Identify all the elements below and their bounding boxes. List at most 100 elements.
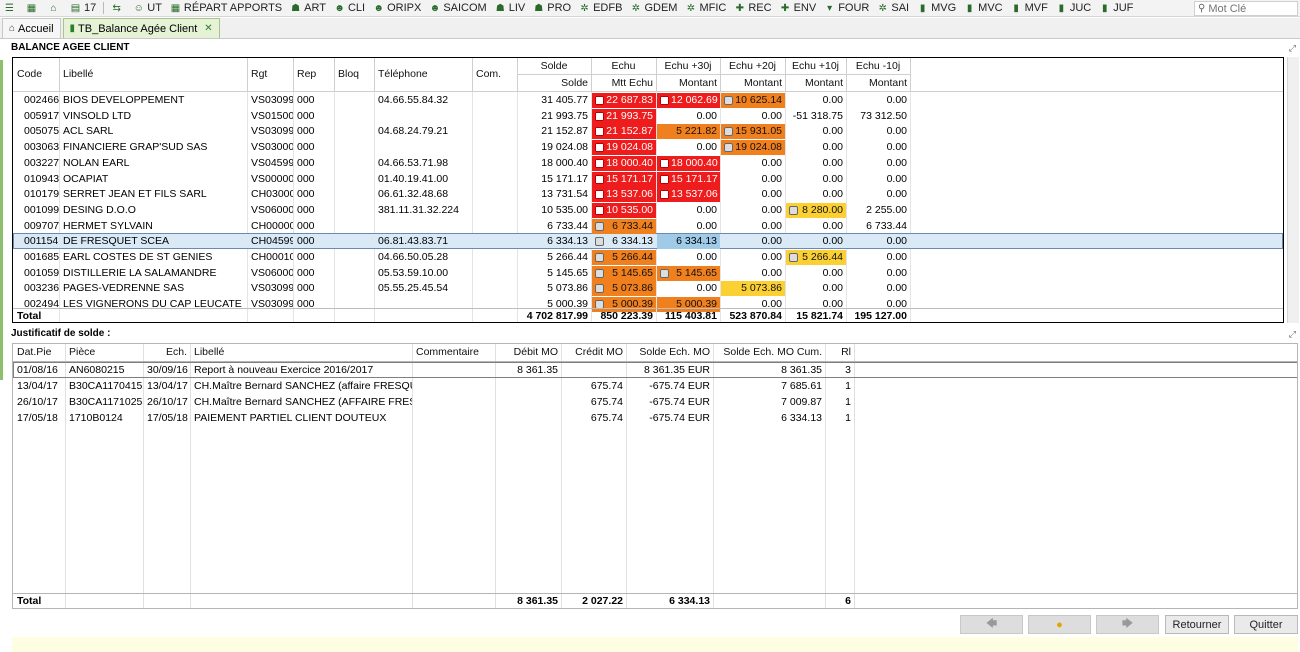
table-row[interactable]: 005075 ACL SARL VS03099 000 04.68.24.79.21 21… bbox=[13, 124, 1283, 140]
column-header[interactable]: Code bbox=[13, 67, 59, 82]
toolbar-item-rec[interactable]: ✚ REC bbox=[730, 0, 775, 16]
table-row[interactable]: 009707 HERMET SYLVAIN CH00000 000 6 733.44 6 … bbox=[13, 218, 1283, 234]
toolbar-item-mfic[interactable]: ✲ MFIC bbox=[681, 0, 730, 16]
toolbar-item-r-part-apports[interactable]: ▦ RÉPART APPORTS bbox=[166, 0, 286, 16]
tab-balance-agee-client[interactable]: ▮ TB_Balance Agée Client ✕ bbox=[62, 18, 220, 38]
column-divider bbox=[846, 58, 847, 91]
column-header[interactable]: Solde Ech. MO Cum. bbox=[713, 345, 825, 360]
column-header[interactable]: Commentaire bbox=[412, 345, 495, 360]
table-row[interactable]: 001685 EARL COSTES DE ST GENIES CH00010 000… bbox=[13, 250, 1283, 265]
cell-value: 5 073.86 bbox=[547, 282, 588, 295]
cell-value: VINSOLD LTD bbox=[63, 109, 132, 122]
table-row[interactable]: 010943 OCAPIAT VS00000 000 01.40.19.41.00 15 … bbox=[13, 171, 1283, 187]
cell-solde: 10 535.00 bbox=[518, 203, 591, 218]
toolbar-item-home[interactable]: ⌂ bbox=[44, 0, 66, 16]
column-header[interactable]: Rgt bbox=[247, 67, 293, 82]
toolbar-item-liv[interactable]: ☗ LIV bbox=[491, 0, 530, 16]
toolbar-item-arrows[interactable]: ⇆ bbox=[107, 0, 129, 16]
retourner-button[interactable]: Retourner bbox=[1165, 615, 1229, 634]
cell-e10: 0.00 bbox=[786, 172, 846, 187]
expand-icon[interactable]: ⤢ bbox=[1289, 329, 1296, 340]
toolbar-item-ut[interactable]: ☺ UT bbox=[129, 0, 166, 16]
toolbar-item-saicom[interactable]: ☻ SAICOM bbox=[425, 0, 490, 16]
column-header[interactable]: Crédit MO bbox=[561, 345, 626, 360]
toolbar-item-edfb[interactable]: ✲ EDFB bbox=[575, 0, 626, 16]
toolbar-item-cli[interactable]: ☻ CLI bbox=[330, 0, 369, 16]
keyword-search[interactable]: ⚲ bbox=[1194, 1, 1298, 16]
next-button[interactable]: 🡆 bbox=[1096, 615, 1159, 634]
column-header[interactable]: Bloq bbox=[334, 67, 374, 82]
column-header[interactable]: Téléphone bbox=[374, 67, 472, 82]
column-header[interactable]: Libellé bbox=[190, 345, 412, 360]
cell-tel bbox=[375, 297, 472, 312]
toolbar-item-mvg[interactable]: ▮ MVG bbox=[913, 0, 960, 16]
column-header[interactable]: Ech. bbox=[143, 345, 190, 360]
prev-button[interactable]: 🡄 bbox=[960, 615, 1023, 634]
search-input[interactable] bbox=[1208, 2, 1295, 15]
column-header[interactable]: Solde Ech. MO bbox=[626, 345, 713, 360]
cell-value: 000 bbox=[297, 156, 315, 169]
toolbar-item-juc[interactable]: ▮ JUC bbox=[1052, 0, 1095, 16]
cell-e20: 0.00 bbox=[721, 234, 785, 249]
table-row[interactable]: 003236 PAGES-VEDRENNE SAS VS03099 000 05.55.… bbox=[13, 281, 1283, 297]
cell-debit: 8 361.35 bbox=[517, 364, 558, 376]
middle-button[interactable]: ● bbox=[1028, 615, 1091, 634]
column-header[interactable]: Montant bbox=[720, 76, 785, 91]
table-row[interactable]: 001059 DISTILLERIE LA SALAMANDRE VS06000 00… bbox=[13, 265, 1283, 281]
toolbar-item-mvc[interactable]: ▮ MVC bbox=[960, 0, 1006, 16]
table-row[interactable]: 002466 BIOS DEVELOPPEMENT VS03099 000 04.66.… bbox=[13, 93, 1283, 108]
toolbar-item-calendar[interactable]: ▦ bbox=[22, 0, 44, 16]
table-row[interactable]: 26/10/17 B30CA11710255 26/10/17 CH.Maître B… bbox=[13, 395, 1297, 410]
toolbar-item-gdem[interactable]: ✲ GDEM bbox=[626, 0, 681, 16]
tab-label: TB_Balance Agée Client bbox=[78, 22, 198, 35]
cart-icon: ▾ bbox=[827, 2, 833, 14]
column-header[interactable]: Pièce bbox=[65, 345, 143, 360]
quitter-button[interactable]: Quitter bbox=[1234, 615, 1298, 634]
table-row[interactable]: 003227 NOLAN EARL VS04599 000 04.66.53.71.98… bbox=[13, 155, 1283, 171]
cell-value: EARL COSTES DE ST GENIES bbox=[63, 251, 213, 263]
toolbar-item-art[interactable]: ☗ ART bbox=[286, 0, 330, 16]
tab-accueil[interactable]: ⌂ Accueil bbox=[2, 18, 61, 38]
cell-value: 000 bbox=[297, 141, 315, 154]
toolbar-item-sai[interactable]: ✲ SAI bbox=[873, 0, 913, 16]
table-row[interactable]: 001154 DE FRESQUET SCEA CH04599 000 06.81.43… bbox=[13, 234, 1283, 250]
table-row[interactable]: 13/04/17 B30CA11704152 13/04/17 CH.Maître B… bbox=[13, 379, 1297, 394]
column-header[interactable]: Rep bbox=[293, 67, 334, 82]
table-row[interactable]: 010179 SERRET JEAN ET FILS SARL CH03000 000… bbox=[13, 187, 1283, 203]
cell-value: BIOS DEVELOPPEMENT bbox=[63, 94, 185, 106]
cell-value: FINANCIERE GRAP'SUD SAS bbox=[63, 141, 208, 154]
cell-value: 000 bbox=[297, 125, 315, 138]
cell-value: 12 062.69 bbox=[671, 94, 718, 106]
toolbar-item-juf[interactable]: ▮ JUF bbox=[1095, 0, 1137, 16]
cell-rep: 000 bbox=[294, 234, 334, 249]
column-header[interactable]: Débit MO bbox=[495, 345, 561, 360]
toolbar-item-oripx[interactable]: ☻ ORIPX bbox=[369, 0, 425, 16]
column-header[interactable]: Libellé bbox=[59, 67, 247, 82]
toolbar-item-four[interactable]: ▾ FOUR bbox=[820, 0, 873, 16]
toolbar-item-pro[interactable]: ☗ PRO bbox=[529, 0, 575, 16]
cell-value: SERRET JEAN ET FILS SARL bbox=[63, 188, 207, 201]
column-header[interactable]: Rl bbox=[825, 345, 854, 360]
column-header[interactable]: Montant bbox=[656, 76, 720, 91]
cell-value: 6 334.13 bbox=[547, 235, 588, 248]
toolbar-item-mvf[interactable]: ▮ MVF bbox=[1007, 0, 1052, 16]
table-row[interactable]: 001099 DESING D.O.O VS06000 000 381.11.31.32… bbox=[13, 202, 1283, 218]
expand-icon[interactable]: ⤢ bbox=[1289, 43, 1296, 54]
table-row[interactable]: 01/08/16 AN6080215 30/09/16 Report à nouvea… bbox=[13, 363, 1297, 378]
table-row[interactable]: 005917 VINSOLD LTD VS01500 000 21 993.75 21 9… bbox=[13, 108, 1283, 124]
toolbar-item-env[interactable]: ✚ ENV bbox=[776, 0, 821, 16]
column-header[interactable]: Montant bbox=[785, 76, 846, 91]
column-header[interactable]: Montant bbox=[846, 76, 910, 91]
column-header[interactable]: Solde bbox=[517, 76, 591, 91]
toolbar-item-menu[interactable]: ☰ bbox=[0, 0, 22, 16]
column-header[interactable]: Com. bbox=[472, 67, 517, 82]
table-row[interactable]: 17/05/18 1710B0124 17/05/18 PAIEMENT PARTIE… bbox=[13, 411, 1297, 426]
table-row[interactable]: 003063 FINANCIERE GRAP'SUD SAS VS03000 000 1… bbox=[13, 140, 1283, 156]
cell-rgt: VS01500 bbox=[248, 109, 293, 124]
balance-scrollbar[interactable] bbox=[1287, 57, 1299, 323]
cell-echu: 21 993.75 bbox=[592, 108, 656, 124]
column-header[interactable]: Dat.Pie bbox=[13, 345, 65, 360]
close-icon[interactable]: ✕ bbox=[204, 23, 212, 34]
toolbar-item-17[interactable]: ▤ 17 bbox=[66, 0, 100, 16]
column-header[interactable]: Mtt Echu bbox=[591, 76, 656, 91]
